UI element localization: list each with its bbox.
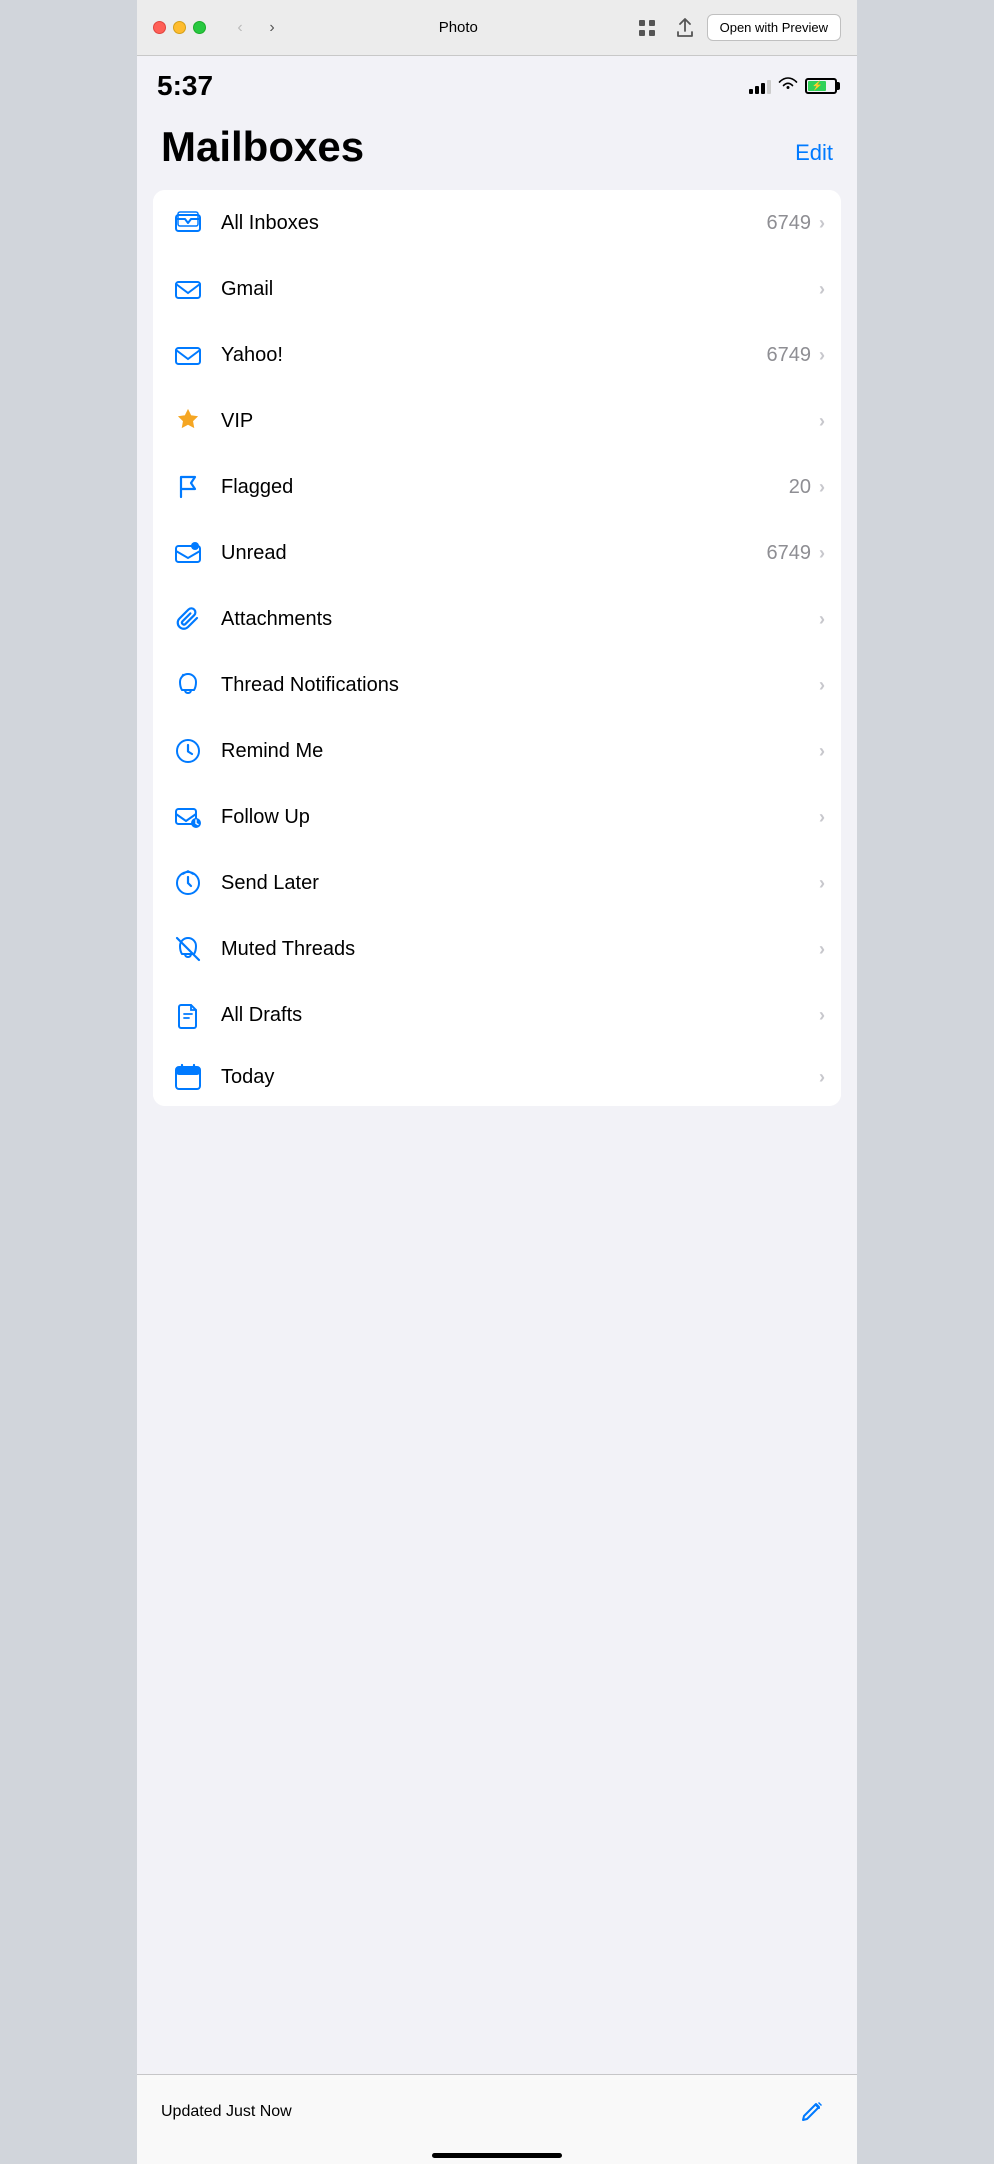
chevron-icon: › [819,543,825,564]
list-item[interactable]: All Drafts › [153,982,841,1048]
header-row: Mailboxes Edit [137,116,857,182]
chevron-icon: › [819,873,825,894]
updated-text: Updated Just Now [161,2103,292,2121]
list-item[interactable]: Flagged 20 › [153,454,841,520]
forward-arrow[interactable]: › [258,14,286,42]
share-icon[interactable] [669,12,701,44]
unread-icon [169,534,207,572]
list-item[interactable]: Follow Up › [153,784,841,850]
status-icons: ⚡ [749,76,837,97]
remind-me-icon [169,732,207,770]
list-item[interactable]: Yahoo! 6749 › [153,322,841,388]
mailbox-count: 6749 [767,212,812,235]
thread-notifications-icon [169,666,207,704]
toolbar-title: Photo [294,19,623,36]
mailbox-list: All Inboxes 6749 › Gmail › [153,190,841,1106]
mailbox-count: 6749 [767,542,812,565]
mailbox-label: Send Later [221,872,811,895]
list-item[interactable]: Today › [153,1048,841,1106]
mailbox-label: Attachments [221,608,811,631]
mailbox-label: Yahoo! [221,344,767,367]
list-item[interactable]: VIP › [153,388,841,454]
open-preview-button[interactable]: Open with Preview [707,14,841,41]
traffic-lights [153,21,206,34]
list-item[interactable]: Gmail › [153,256,841,322]
mailbox-label: All Drafts [221,1004,811,1027]
maximize-button[interactable] [193,21,206,34]
compose-button[interactable] [793,2092,833,2132]
status-time: 5:37 [157,70,213,102]
send-later-icon [169,864,207,902]
mailbox-label: Thread Notifications [221,674,811,697]
back-arrow[interactable]: ‹ [226,14,254,42]
chevron-icon: › [819,939,825,960]
mailbox-label: Unread [221,542,767,565]
list-item[interactable]: Remind Me › [153,718,841,784]
grid-view-icon[interactable] [631,12,663,44]
home-indicator [432,2153,562,2158]
mailbox-count: 6749 [767,344,812,367]
signal-bars-icon [749,78,771,94]
chevron-icon: › [819,1067,825,1088]
mailbox-label: Follow Up [221,806,811,829]
today-icon [169,1058,207,1096]
chevron-icon: › [819,609,825,630]
page-title: Mailboxes [161,124,364,170]
content-area: Mailboxes Edit All Inboxes 6749 › [137,116,857,2116]
list-item[interactable]: Unread 6749 › [153,520,841,586]
list-item[interactable]: Send Later › [153,850,841,916]
mailbox-label: VIP [221,410,811,433]
list-item[interactable]: Thread Notifications › [153,652,841,718]
chevron-icon: › [819,411,825,432]
mac-toolbar: ‹ › Photo Open with Preview [137,0,857,56]
chevron-icon: › [819,477,825,498]
list-item[interactable]: All Inboxes 6749 › [153,190,841,256]
chevron-icon: › [819,741,825,762]
bar4 [767,80,771,94]
wifi-icon [777,76,799,97]
chevron-icon: › [819,807,825,828]
attachments-icon [169,600,207,638]
close-button[interactable] [153,21,166,34]
nav-arrows: ‹ › [226,14,286,42]
mailbox-label: Today [221,1066,811,1089]
bar2 [755,86,759,94]
muted-threads-icon [169,930,207,968]
bottom-bar: Updated Just Now [137,2074,857,2164]
list-item[interactable]: Attachments › [153,586,841,652]
follow-up-icon [169,798,207,836]
mailbox-label: Gmail [221,278,811,301]
toolbar-icons: Open with Preview [631,12,841,44]
mailbox-count: 20 [789,476,811,499]
all-inboxes-icon [169,204,207,242]
edit-button[interactable]: Edit [795,140,833,166]
list-item[interactable]: Muted Threads › [153,916,841,982]
minimize-button[interactable] [173,21,186,34]
flagged-icon [169,468,207,506]
gmail-icon [169,270,207,308]
chevron-icon: › [819,1005,825,1026]
vip-star-icon [169,402,207,440]
chevron-icon: › [819,279,825,300]
bar1 [749,89,753,94]
all-drafts-icon [169,996,207,1034]
chevron-icon: › [819,675,825,696]
chevron-icon: › [819,345,825,366]
mailbox-label: Flagged [221,476,789,499]
status-bar: 5:37 ⚡ [137,56,857,116]
battery-icon: ⚡ [805,78,837,94]
mailbox-label: All Inboxes [221,212,767,235]
chevron-icon: › [819,213,825,234]
mailbox-label: Muted Threads [221,938,811,961]
mailbox-label: Remind Me [221,740,811,763]
bar3 [761,83,765,94]
yahoo-icon [169,336,207,374]
